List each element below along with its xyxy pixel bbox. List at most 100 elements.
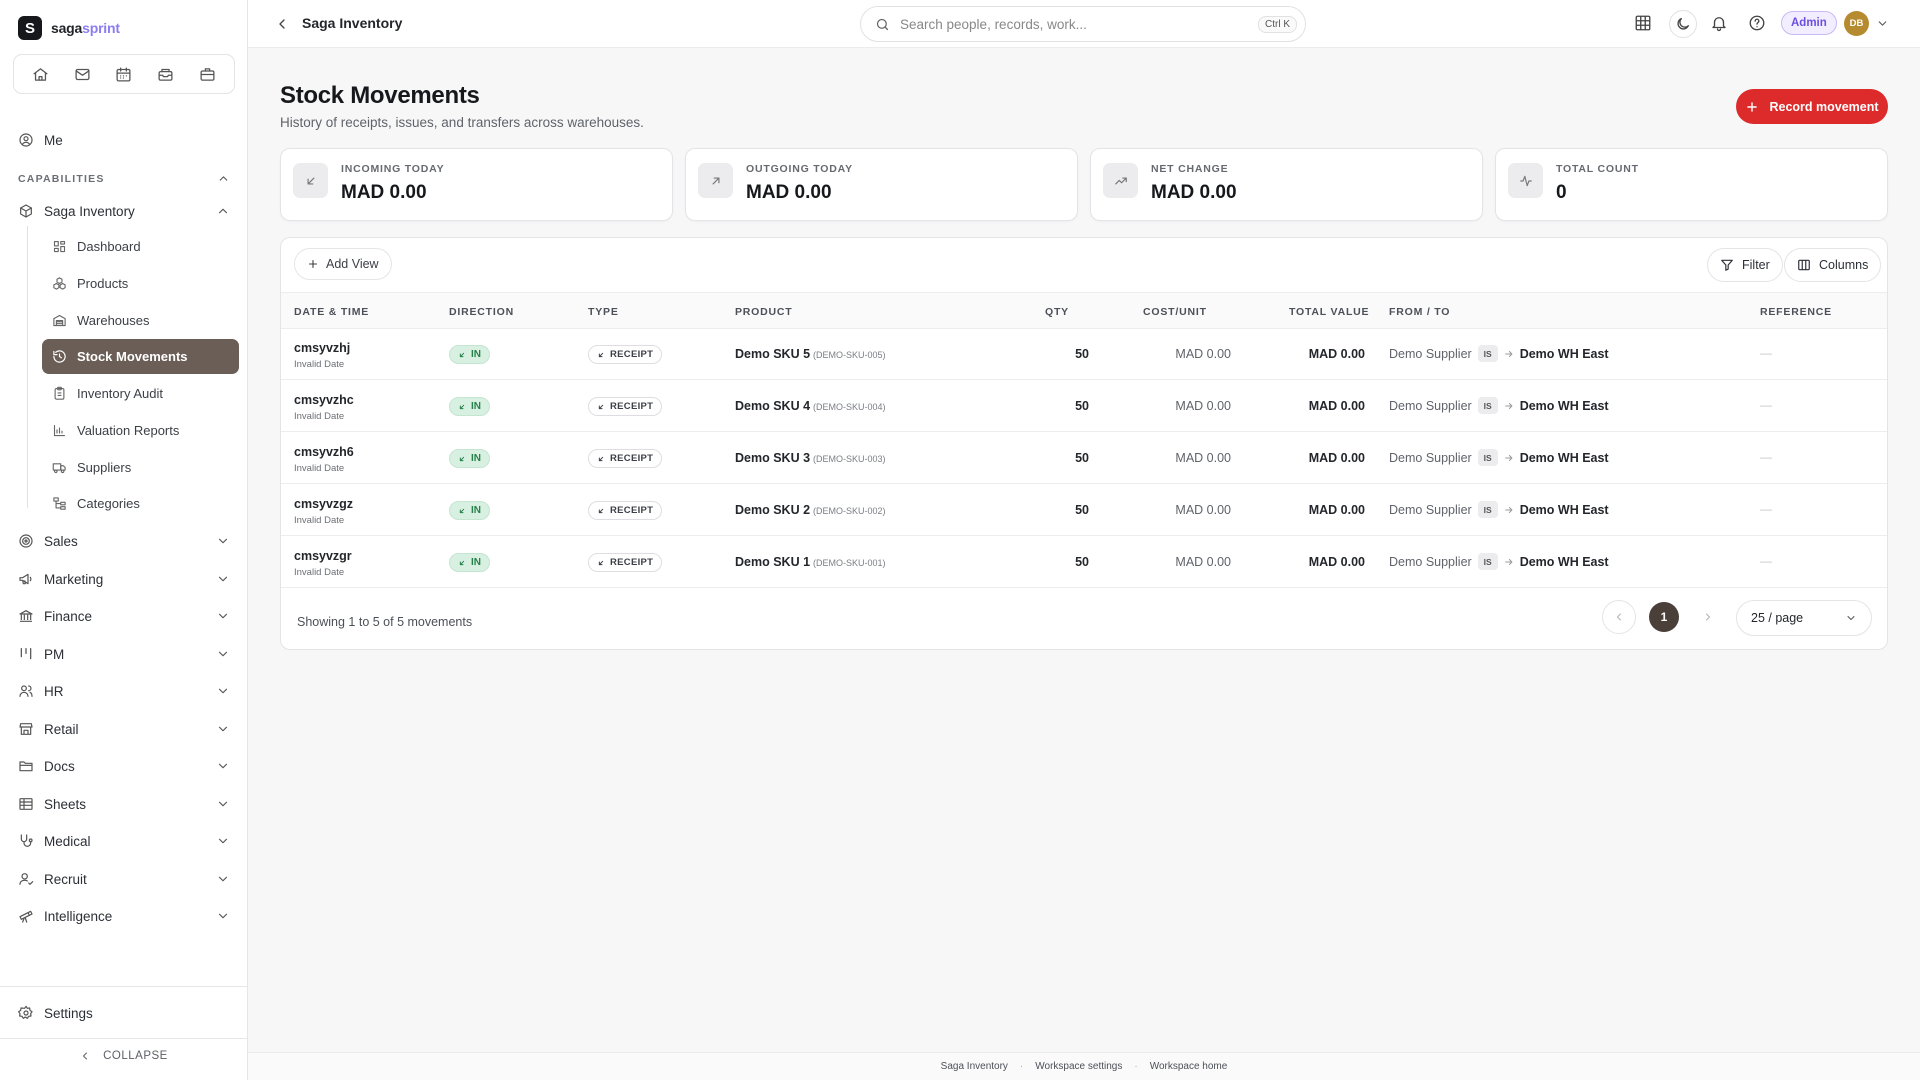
to-location: Demo WH East [1519,398,1609,413]
chevron-right-icon [1702,611,1714,623]
nav-group-docs[interactable]: Docs [18,755,230,777]
chevron-down-icon [216,722,230,736]
product-cell[interactable]: Demo SKU 5 (DEMO-SKU-005) [735,347,886,361]
to-location: Demo WH East [1519,346,1609,361]
product-cell[interactable]: Demo SKU 2 (DEMO-SKU-002) [735,503,886,517]
col-type[interactable]: TYPE [588,306,619,318]
apps-grid-icon[interactable] [1634,14,1652,32]
footer-link-workspace-settings[interactable]: Workspace settings [1035,1061,1122,1072]
to-location: Demo WH East [1519,554,1609,569]
table-row[interactable]: cmsyvzh6 Invalid Date IN RECEIPT Demo SKU 3(… [281,433,1887,484]
sidebar-item-inventory-audit[interactable]: Inventory Audit [42,376,239,411]
home-icon[interactable] [32,66,49,83]
product-cell[interactable]: Demo SKU 1 (DEMO-SKU-001) [735,555,886,569]
from-to-cell: Demo Supplier IS Demo WH East [1389,501,1609,518]
movement-id[interactable]: cmsyvzgr [294,549,352,563]
movement-id[interactable]: cmsyvzh6 [294,445,354,459]
briefcase-icon[interactable] [199,66,216,83]
direction-badge: IN [449,345,490,364]
sidebar-item-warehouses[interactable]: Warehouses [42,303,239,338]
cost-unit-cell: MAD 0.00 [1175,555,1231,569]
inbox-icon[interactable] [157,66,174,83]
nav-group-medical[interactable]: Medical [18,830,230,852]
sidebar-item-settings[interactable]: Settings [18,1005,93,1021]
col-date-time[interactable]: DATE & TIME [294,306,369,318]
col-total-value[interactable]: TOTAL VALUE [1289,306,1369,318]
total-value-cell: MAD 0.00 [1308,503,1365,517]
nav-group-pm[interactable]: PM [18,643,230,665]
col-qty[interactable]: QTY [1045,306,1069,318]
col-direction[interactable]: DIRECTION [449,306,514,318]
col-product[interactable]: PRODUCT [735,306,793,318]
sidebar-item-products[interactable]: Products [42,266,239,301]
col-cost-unit[interactable]: COST/UNIT [1143,306,1207,318]
table-row[interactable]: cmsyvzgz Invalid Date IN RECEIPT Demo SKU 2(… [281,485,1887,536]
qty-cell: 50 [1075,347,1089,361]
next-page-button[interactable] [1691,600,1725,634]
page-title: Stock Movements [280,82,480,109]
sidebar-item-valuation-reports[interactable]: Valuation Reports [42,413,239,448]
product-name: Demo SKU 4 [735,399,811,413]
nav-group-hr[interactable]: HR [18,680,230,702]
prev-page-button[interactable] [1602,600,1636,634]
sidebar-item-categories[interactable]: Categories [42,486,239,521]
filter-button[interactable]: Filter [1707,248,1783,282]
dark-mode-icon[interactable] [1669,10,1697,38]
warehouse-icon [52,313,67,328]
collapse-button[interactable]: COLLAPSE [0,1050,247,1062]
brand[interactable]: S sagasprint [18,15,120,41]
per-page-select[interactable]: 25 / page [1736,600,1872,636]
calendar-icon[interactable] [115,66,132,83]
movement-date: Invalid Date [294,515,345,526]
arrow-down-left-icon [458,403,466,411]
table-row[interactable]: cmsyvzhj Invalid Date IN RECEIPT Demo SKU 5(… [281,329,1887,380]
nav-me[interactable]: Me [18,132,63,148]
search-bar[interactable]: Ctrl K [860,6,1306,42]
nav-group-intelligence[interactable]: Intelligence [18,905,230,927]
sidebar-item-label: Products [77,276,129,291]
nav-group-recruit[interactable]: Recruit [18,868,230,890]
nav-group-finance[interactable]: Finance [18,605,230,627]
nav-group-label: Sheets [44,796,87,812]
help-icon[interactable] [1748,14,1766,32]
movement-id[interactable]: cmsyvzhj [294,341,350,355]
movement-id[interactable]: cmsyvzgz [294,497,353,511]
col-reference[interactable]: REFERENCE [1760,306,1832,318]
brand-name-part1: saga [51,20,83,36]
reference-cell: — [1760,450,1772,464]
nav-group-marketing[interactable]: Marketing [18,568,230,590]
footer-link-saga-inventory[interactable]: Saga Inventory [941,1061,1008,1072]
search-input[interactable] [900,16,1248,32]
footer-link-workspace-home[interactable]: Workspace home [1150,1061,1228,1072]
add-view-button[interactable]: Add View [294,248,392,280]
arrow-right-icon [1504,349,1514,359]
sheet-icon [18,796,34,812]
sidebar-item-stock-movements[interactable]: Stock Movements [42,339,239,374]
chevron-down-icon[interactable] [1876,17,1889,30]
nav-group-sales[interactable]: Sales [18,530,230,552]
total-value-cell: MAD 0.00 [1308,555,1365,569]
admin-badge[interactable]: Admin [1781,11,1837,35]
record-movement-button[interactable]: Record movement [1736,89,1888,124]
nav-group-sheets[interactable]: Sheets [18,793,230,815]
columns-button[interactable]: Columns [1784,248,1882,282]
col-from-to[interactable]: FROM / TO [1389,306,1450,318]
back-arrow-icon[interactable] [274,16,290,32]
avatar[interactable]: DB [1844,11,1869,36]
nav-group-retail[interactable]: Retail [18,718,230,740]
product-cell[interactable]: Demo SKU 4 (DEMO-SKU-004) [735,399,886,413]
sidebar-item-dashboard[interactable]: Dashboard [42,229,239,264]
breadcrumb[interactable]: Saga Inventory [302,15,402,31]
table-row[interactable]: cmsyvzgr Invalid Date IN RECEIPT Demo SKU 1(… [281,537,1887,588]
table-row[interactable]: cmsyvzhc Invalid Date IN RECEIPT Demo SKU 4(… [281,381,1887,432]
nav-group-saga-inventory[interactable]: Saga Inventory [18,200,230,222]
sidebar-item-suppliers[interactable]: Suppliers [42,450,239,485]
sidebar-item-label: Stock Movements [77,349,188,364]
chevron-left-icon [1613,611,1625,623]
mail-icon[interactable] [74,66,91,83]
bell-icon[interactable] [1710,14,1728,32]
product-cell[interactable]: Demo SKU 3 (DEMO-SKU-003) [735,451,886,465]
page-1-button[interactable]: 1 [1649,602,1679,632]
movement-id[interactable]: cmsyvzhc [294,393,354,407]
capabilities-section[interactable]: CAPABILITIES [18,172,230,185]
